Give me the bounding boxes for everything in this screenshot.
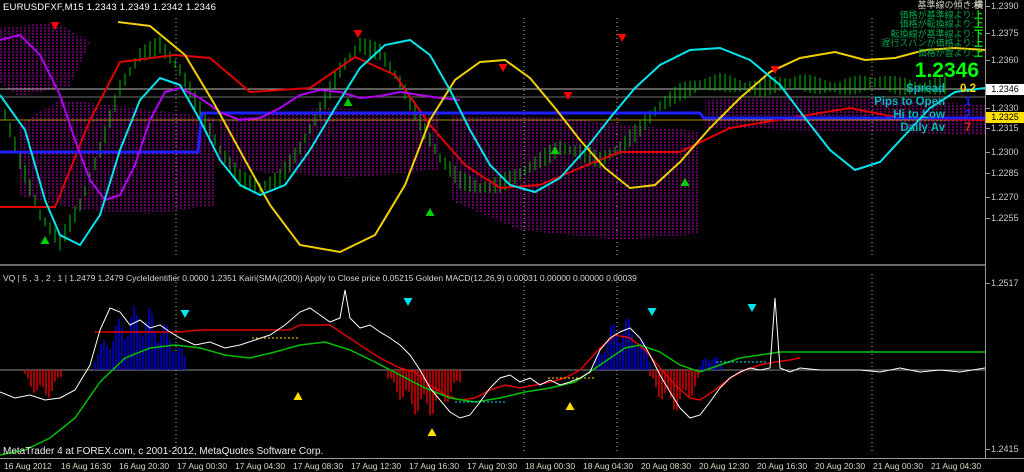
indicator-values-line: VQ | 5 , 3 , 2 , 1 | 1.2479 1.2479 Cycle… (3, 273, 637, 283)
signal-up-arrow-icon (426, 208, 435, 216)
stat-value: 7 (953, 122, 983, 135)
time-axis-label: 16 Aug 16:30 (61, 461, 111, 471)
axis-tick-mark (986, 173, 990, 174)
ichimoku-condition-value: 上 (974, 19, 983, 29)
time-axis-label: 18 Aug 00:30 (525, 461, 575, 471)
time-axis-label: 21 Aug 00:30 (873, 461, 923, 471)
time-axis-label: 17 Aug 08:30 (293, 461, 343, 471)
stat-value: 1 (953, 96, 983, 109)
time-axis-label: 20 Aug 12:30 (699, 461, 749, 471)
price-marker-box: 1.2325 (986, 112, 1024, 123)
time-axis-label: 16 Aug 2012 (4, 461, 52, 471)
signal-up-arrow-icon (41, 236, 50, 244)
axis-tick-mark (986, 449, 990, 450)
time-axis-label: 17 Aug 00:30 (177, 461, 227, 471)
indicator-subwindow-chart[interactable] (0, 270, 985, 458)
axis-tick-mark (986, 283, 990, 284)
main-price-chart[interactable] (0, 0, 985, 264)
signal-up-arrow-icon (344, 98, 353, 106)
ichimoku-condition-value: 下 (974, 29, 983, 39)
signal-down-arrow-icon (748, 304, 757, 312)
stat-row: Daily Av 7 (874, 122, 983, 135)
ichimoku-condition-value: 上 (974, 10, 983, 20)
ichimoku-condition-value: 横 (974, 0, 983, 10)
signal-down-arrow-icon (404, 298, 413, 306)
price-axis-label: 1.2300 (991, 147, 1019, 157)
signal-up-arrow-icon (428, 428, 437, 436)
ichimoku-condition-label: 転換線が基準線より: (891, 29, 974, 39)
stat-value: 2 (953, 109, 983, 122)
axis-tick-mark (986, 108, 990, 109)
mt4-chart-window: EURUSDFXF,M15 1.2343 1.2349 1.2342 1.234… (0, 0, 1024, 472)
time-axis-label: 20 Aug 16:30 (757, 461, 807, 471)
signal-down-arrow-icon (618, 34, 627, 42)
ichimoku-condition-value: 上 (974, 48, 983, 58)
stat-label: Hi to Low (893, 109, 945, 122)
signal-down-arrow-icon (648, 308, 657, 316)
price-axis-label: 1.2390 (991, 1, 1019, 11)
stat-row: Spread 0.2 (874, 83, 983, 96)
time-axis-label: 20 Aug 20:30 (815, 461, 865, 471)
axis-tick-mark (986, 60, 990, 61)
ichimoku-status-lines: 基準線の傾き:横価格が基準線より:上価格が転換線より:上転換線が基準線より:下遅… (874, 1, 983, 58)
spread-stats: Spread0.2Pips to Open1Hi to Low2Daily Av… (874, 83, 983, 135)
axis-tick-mark (986, 128, 990, 129)
time-axis-label: 17 Aug 04:30 (235, 461, 285, 471)
chart-symbol-ohlc: EURUSDFXF,M15 1.2343 1.2349 1.2342 1.234… (3, 2, 216, 13)
ichimoku-cloud (0, 22, 90, 96)
ichimoku-status-row: 価格が雲より:上 (874, 49, 983, 59)
price-axis-label: 1.2285 (991, 168, 1019, 178)
stat-label: Daily Av (900, 122, 945, 135)
price-axis-label: 1.2315 (991, 123, 1019, 133)
ichimoku-condition-label: 価格が転換線より: (900, 19, 974, 29)
axis-tick-mark (986, 33, 990, 34)
signal-down-arrow-icon (499, 64, 508, 72)
signal-down-arrow-icon (181, 310, 190, 318)
signal-down-arrow-icon (354, 30, 363, 38)
signal-up-arrow-icon (294, 392, 303, 400)
current-price-readout: 1.2346 (874, 59, 979, 82)
time-axis-label: 21 Aug 04:30 (931, 461, 981, 471)
time-axis-label: 18 Aug 04:30 (583, 461, 633, 471)
price-axis-label: 1.2517 (991, 278, 1019, 288)
signal-down-arrow-icon (564, 92, 573, 100)
axis-tick-mark (986, 218, 990, 219)
time-axis-label: 16 Aug 20:30 (119, 461, 169, 471)
window-splitter[interactable] (0, 264, 1024, 266)
stat-row: Pips to Open 1 (874, 96, 983, 109)
price-axis-label: 1.2415 (991, 444, 1019, 454)
price-axis-label: 1.2255 (991, 213, 1019, 223)
ichimoku-condition-value: 上 (974, 38, 983, 48)
time-axis-label: 17 Aug 16:30 (409, 461, 459, 471)
ichimoku-condition-label: 価格が基準線より: (900, 10, 974, 20)
signal-down-arrow-icon (771, 66, 780, 74)
signal-up-arrow-icon (566, 402, 575, 410)
stat-label: Spread (906, 83, 945, 96)
axis-tick-mark (986, 197, 990, 198)
ichimoku-condition-label: 価格が雲より: (918, 48, 974, 58)
axis-tick-mark (986, 152, 990, 153)
time-axis-label: 20 Aug 08:30 (641, 461, 691, 471)
time-axis-label: 17 Aug 20:30 (467, 461, 517, 471)
broker-watermark: MetaTrader 4 at FOREX.com, c 2001-2012, … (3, 446, 323, 457)
price-axis-label: 1.2270 (991, 192, 1019, 202)
ichimoku-condition-label: 遅行スパンが価格より: (881, 38, 974, 48)
axis-tick-mark (986, 6, 990, 7)
ichimoku-info-panel: 基準線の傾き:横価格が基準線より:上価格が転換線より:上転換線が基準線より:下遅… (874, 1, 983, 135)
ichimoku-condition-label: 基準線の傾き: (917, 0, 974, 10)
stat-value: 0.2 (953, 83, 983, 96)
price-axis-label: 1.2375 (991, 28, 1019, 38)
time-axis-label: 17 Aug 12:30 (351, 461, 401, 471)
price-axis-label: 1.2360 (991, 55, 1019, 65)
stat-label: Pips to Open (874, 96, 945, 109)
price-axis[interactable]: 1.23901.23751.23601.23301.23151.23001.22… (985, 0, 1024, 458)
indicator-line (0, 342, 985, 455)
stat-row: Hi to Low 2 (874, 109, 983, 122)
time-axis[interactable]: 16 Aug 2012 16 Aug 16:30 16 Aug 20:30 17 Au… (0, 458, 1024, 472)
price-marker-box: 1.2346 (986, 84, 1024, 95)
